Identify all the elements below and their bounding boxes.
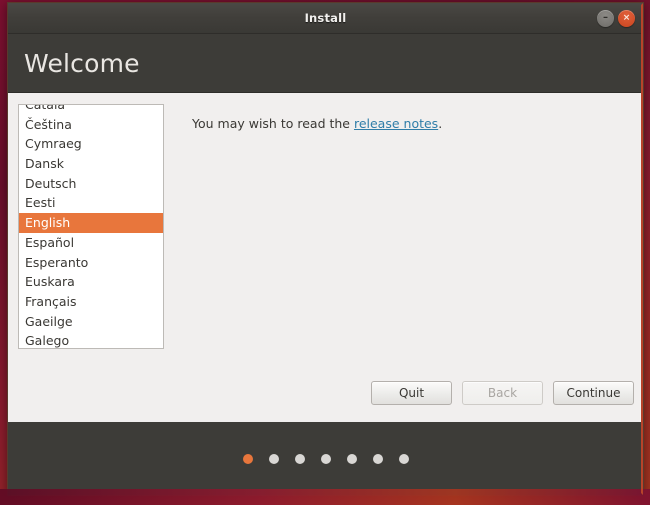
language-list-item[interactable]: Čeština bbox=[19, 115, 163, 135]
window-titlebar: Install – × bbox=[8, 3, 643, 34]
release-notes-text: You may wish to read the release notes. bbox=[192, 116, 633, 131]
language-list[interactable]: Català Čeština Cymraeg Dansk Deutsch Eesti Eng… bbox=[18, 104, 164, 349]
release-notes-suffix: . bbox=[438, 116, 443, 131]
progress-dot[interactable] bbox=[294, 453, 305, 464]
language-list-item[interactable]: Dansk bbox=[19, 154, 163, 174]
language-list-item[interactable]: Euskara bbox=[19, 272, 163, 292]
action-button-row: Quit Back Continue bbox=[371, 381, 634, 405]
window-title: Install bbox=[304, 11, 347, 25]
language-list-item[interactable]: Cymraeg bbox=[19, 134, 163, 154]
language-list-item[interactable]: Galego bbox=[19, 331, 163, 348]
progress-dot[interactable] bbox=[242, 453, 253, 464]
continue-button[interactable]: Continue bbox=[553, 381, 634, 405]
language-list-item[interactable]: Español bbox=[19, 233, 163, 253]
release-notes-prefix: You may wish to read the bbox=[192, 116, 354, 131]
quit-button[interactable]: Quit bbox=[371, 381, 452, 405]
minimize-icon[interactable]: – bbox=[597, 9, 614, 27]
close-icon[interactable]: × bbox=[618, 9, 635, 27]
language-list-item[interactable]: Esperanto bbox=[19, 253, 163, 273]
language-list-item[interactable]: Deutsch bbox=[19, 174, 163, 194]
language-list-item[interactable]: Català bbox=[19, 105, 163, 115]
language-list-item[interactable]: Eesti bbox=[19, 193, 163, 213]
language-list-item[interactable]: Gaeilge bbox=[19, 312, 163, 332]
progress-dot[interactable] bbox=[398, 453, 409, 464]
language-list-item[interactable]: English bbox=[19, 213, 163, 233]
desktop-background: Install – × Welcome Català Čeština Cymraeg… bbox=[0, 0, 650, 505]
window-footer bbox=[8, 422, 643, 495]
content-panel: Català Čeština Cymraeg Dansk Deutsch Eesti Eng… bbox=[8, 92, 643, 422]
page-title: Welcome bbox=[24, 48, 140, 78]
back-button: Back bbox=[462, 381, 543, 405]
progress-dots bbox=[242, 453, 409, 464]
installer-window: Install – × Welcome Català Čeština Cymraeg… bbox=[7, 2, 644, 496]
info-pane: You may wish to read the release notes. bbox=[164, 104, 633, 422]
window-controls: – × bbox=[597, 3, 635, 33]
progress-dot[interactable] bbox=[372, 453, 383, 464]
progress-dot[interactable] bbox=[346, 453, 357, 464]
language-list-item[interactable]: Français bbox=[19, 292, 163, 312]
language-list-inner: Català Čeština Cymraeg Dansk Deutsch Eesti Eng… bbox=[19, 105, 163, 348]
release-notes-link[interactable]: release notes bbox=[354, 116, 438, 131]
page-header: Welcome bbox=[8, 34, 643, 92]
progress-dot[interactable] bbox=[320, 453, 331, 464]
progress-dot[interactable] bbox=[268, 453, 279, 464]
